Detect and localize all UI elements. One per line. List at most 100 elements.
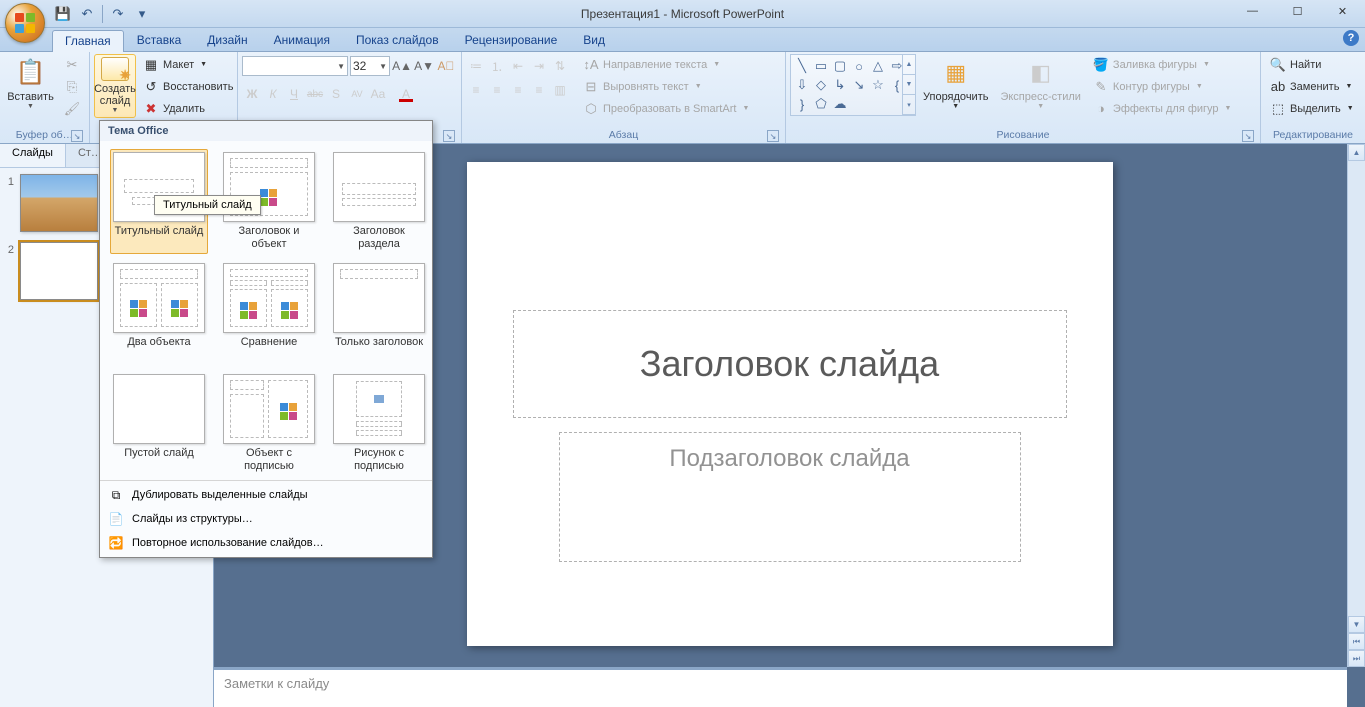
maximize-button[interactable]: ☐ <box>1275 0 1320 22</box>
shape-effects-button[interactable]: ◑Эффекты для фигур▼ <box>1088 98 1237 119</box>
minimize-button[interactable]: — <box>1230 0 1275 22</box>
paragraph-dialog-icon[interactable]: ↘ <box>767 130 779 142</box>
delete-slide-button[interactable]: ✖Удалить <box>138 98 238 119</box>
font-dialog-icon[interactable]: ↘ <box>443 130 455 142</box>
change-case-button[interactable]: Aa <box>368 84 388 104</box>
layout-button[interactable]: ▦Макет▼ <box>138 54 238 75</box>
convert-smartart-button[interactable]: ⬡Преобразовать в SmartArt▼ <box>578 98 754 119</box>
underline-button[interactable]: Ч <box>284 84 304 104</box>
layout-section-header[interactable]: Заголовок раздела <box>330 149 428 254</box>
shape-oval-icon[interactable]: ○ <box>850 57 868 75</box>
shape-arrow-line-icon[interactable]: ↘ <box>850 76 868 94</box>
text-direction-button[interactable]: ↕AНаправление текста▼ <box>578 54 754 75</box>
shape-roundrect-icon[interactable]: ▢ <box>831 57 849 75</box>
title-placeholder[interactable]: Заголовок слайда <box>513 310 1067 418</box>
align-text-button[interactable]: ⊟Выровнять текст▼ <box>578 76 754 97</box>
indent-dec-button[interactable]: ⇤ <box>508 56 528 76</box>
replace-button[interactable]: abЗаменить▼ <box>1265 76 1359 97</box>
notes-pane[interactable]: Заметки к слайду <box>214 667 1347 707</box>
shape-cloud-icon[interactable]: ☁ <box>831 95 849 113</box>
shape-outline-button[interactable]: ✎Контур фигуры▼ <box>1088 76 1237 97</box>
select-button[interactable]: ⬚Выделить▼ <box>1265 98 1359 119</box>
bold-button[interactable]: Ж <box>242 84 262 104</box>
layout-blank[interactable]: Пустой слайд <box>110 371 208 476</box>
italic-button[interactable]: К <box>263 84 283 104</box>
next-slide-icon[interactable]: ⏭ <box>1348 650 1365 667</box>
align-center-button[interactable]: ≡ <box>487 80 507 100</box>
line-spacing-button[interactable]: ⇅ <box>550 56 570 76</box>
layout-comparison[interactable]: Сравнение <box>220 260 318 365</box>
shape-rect-icon[interactable]: ▭ <box>812 57 830 75</box>
tab-review[interactable]: Рецензирование <box>452 29 571 51</box>
office-button[interactable] <box>5 3 45 43</box>
layout-two-content[interactable]: Два объекта <box>110 260 208 365</box>
clear-format-button[interactable]: A⃥ <box>436 56 456 76</box>
slide-canvas[interactable]: Заголовок слайда Подзаголовок слайда <box>467 162 1113 646</box>
tab-view[interactable]: Вид <box>570 29 618 51</box>
indent-inc-button[interactable]: ⇥ <box>529 56 549 76</box>
close-button[interactable]: ✕ <box>1320 0 1365 22</box>
layout-picture-caption[interactable]: Рисунок с подписью <box>330 371 428 476</box>
arrange-button[interactable]: ▦ Упорядочить▼ <box>918 54 993 114</box>
shape-triangle-icon[interactable]: △ <box>869 57 887 75</box>
vertical-scrollbar[interactable]: ▲ ▼ ⏮ ⏭ <box>1347 144 1365 667</box>
slide-thumbnail-2[interactable] <box>20 242 98 300</box>
shapes-scroll-down-icon[interactable]: ▼ <box>903 75 915 95</box>
shapes-scroll-up-icon[interactable]: ▲ <box>903 55 915 75</box>
shape-line-icon[interactable]: ╲ <box>793 57 811 75</box>
cut-button[interactable]: ✂ <box>59 54 85 75</box>
slides-from-outline-item[interactable]: 📄Слайды из структуры… <box>100 507 432 531</box>
columns-button[interactable]: ▥ <box>550 80 570 100</box>
shadow-button[interactable]: S <box>326 84 346 104</box>
numbering-button[interactable]: ⒈ <box>487 56 507 76</box>
scroll-down-icon[interactable]: ▼ <box>1348 616 1365 633</box>
reset-button[interactable]: ↺Восстановить <box>138 76 238 97</box>
tab-animations[interactable]: Анимация <box>261 29 343 51</box>
shape-fill-button[interactable]: 🪣Заливка фигуры▼ <box>1088 54 1237 75</box>
reuse-slides-item[interactable]: 🔁Повторное использование слайдов… <box>100 531 432 555</box>
shrink-font-button[interactable]: A▼ <box>414 56 434 76</box>
scroll-up-icon[interactable]: ▲ <box>1348 144 1365 161</box>
shape-callout-icon[interactable]: ⬠ <box>812 95 830 113</box>
prev-slide-icon[interactable]: ⏮ <box>1348 633 1365 650</box>
tab-design[interactable]: Дизайн <box>194 29 260 51</box>
drawing-dialog-icon[interactable]: ↘ <box>1242 130 1254 142</box>
qat-undo-icon[interactable]: ↶ <box>76 3 98 25</box>
shapes-gallery[interactable]: ╲ ▭ ▢ ○ △ ⇨ ⇩ ◇ ↳ ↘ ☆ { } ⬠ ☁ ▲ ▼ ▾ <box>790 54 916 116</box>
spacing-button[interactable]: AV <box>347 84 367 104</box>
format-painter-button[interactable]: 🖌 <box>59 98 85 119</box>
tab-insert[interactable]: Вставка <box>124 29 195 51</box>
font-size-combo[interactable]: 32▼ <box>350 56 390 76</box>
shape-diamond-icon[interactable]: ◇ <box>812 76 830 94</box>
align-right-button[interactable]: ≡ <box>508 80 528 100</box>
grow-font-button[interactable]: A▲ <box>392 56 412 76</box>
paste-button[interactable]: 📋 Вставить ▼ <box>4 54 57 114</box>
strike-button[interactable]: abc <box>305 84 325 104</box>
subtitle-placeholder[interactable]: Подзаголовок слайда <box>559 432 1021 562</box>
clipboard-dialog-icon[interactable]: ↘ <box>71 130 83 142</box>
new-slide-button[interactable]: ✷ Создать слайд ▼ <box>94 54 136 118</box>
tab-home[interactable]: Главная <box>52 30 124 52</box>
duplicate-slides-item[interactable]: ⧉Дублировать выделенные слайды <box>100 483 432 507</box>
qat-redo-icon[interactable]: ↷ <box>107 3 129 25</box>
ribbon-help-icon[interactable]: ? <box>1343 30 1359 46</box>
qat-customize-icon[interactable]: ▾ <box>131 3 153 25</box>
tab-slideshow[interactable]: Показ слайдов <box>343 29 452 51</box>
layout-content-caption[interactable]: Объект с подписью <box>220 371 318 476</box>
layout-title-only[interactable]: Только заголовок <box>330 260 428 365</box>
qat-save-icon[interactable]: 💾 <box>52 3 74 25</box>
slide-thumbnail-1[interactable] <box>20 174 98 232</box>
shape-connector-icon[interactable]: ↳ <box>831 76 849 94</box>
shape-star-icon[interactable]: ☆ <box>869 76 887 94</box>
font-color-button[interactable]: A <box>396 84 416 104</box>
shapes-more-icon[interactable]: ▾ <box>903 95 915 115</box>
quick-styles-button[interactable]: ◧ Экспресс-стили▼ <box>995 54 1085 114</box>
bullets-button[interactable]: ≔ <box>466 56 486 76</box>
shape-arrow-down-icon[interactable]: ⇩ <box>793 76 811 94</box>
shape-brace2-icon[interactable]: } <box>793 95 811 113</box>
justify-button[interactable]: ≡ <box>529 80 549 100</box>
font-family-combo[interactable]: ▼ <box>242 56 348 76</box>
tab-slides-thumbnails[interactable]: Слайды <box>0 144 66 167</box>
find-button[interactable]: 🔍Найти <box>1265 54 1359 75</box>
align-left-button[interactable]: ≡ <box>466 80 486 100</box>
